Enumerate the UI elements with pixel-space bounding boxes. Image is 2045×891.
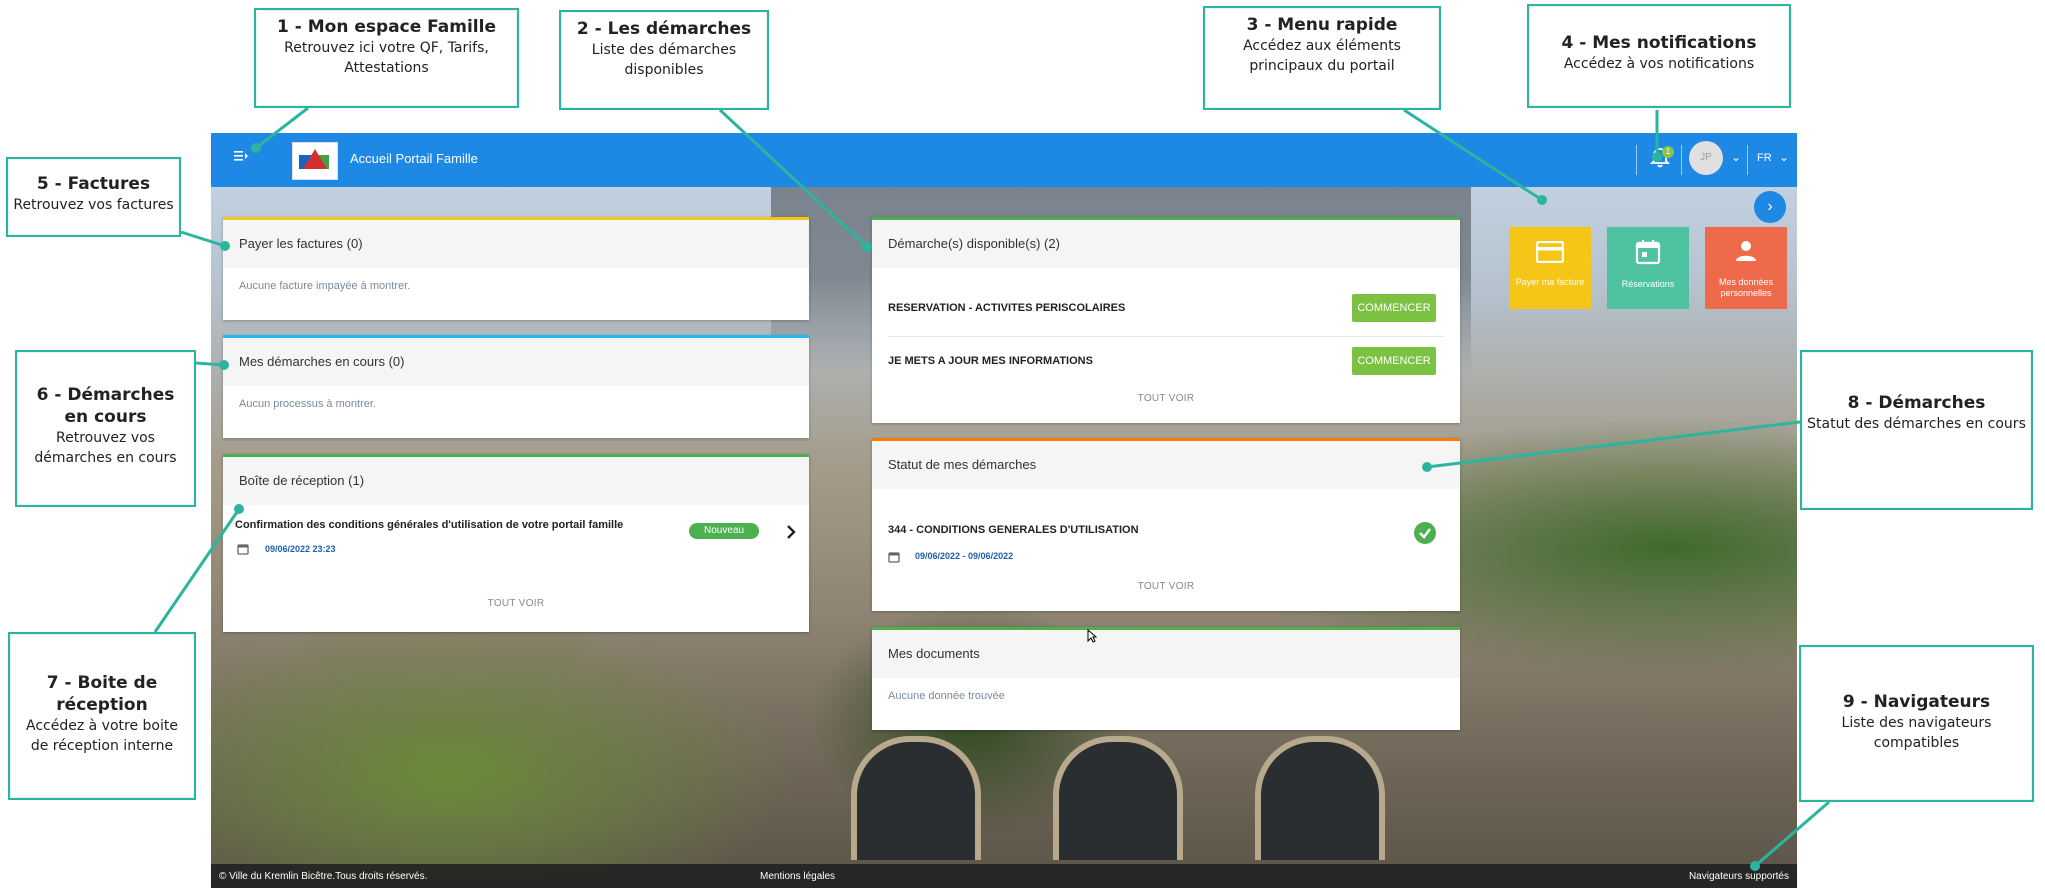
callout-title: 4 - Mes notifications [1561,33,1757,53]
callout-title: 7 - Boite de réception [46,673,158,715]
callout-description: Accédez à vos notifications [1563,56,1755,72]
callout-les-demarches: 2 - Les démarches Liste des démarches di… [559,10,769,110]
callout-title: 5 - Factures [36,174,151,194]
callout-boite-reception: 7 - Boite de réception Accédez à votre b… [8,632,196,800]
callout-description: Retrouvez ici votre QF, Tarifs, Attestat… [284,40,489,76]
callout-description: Liste des navigateurs compatibles [1841,715,1992,751]
callout-mon-espace-famille: 1 - Mon espace Famille Retrouvez ici vot… [254,8,519,108]
callout-mes-notifications: 4 - Mes notifications Accédez à vos noti… [1527,4,1791,108]
callout-navigateurs: 9 - Navigateurs Liste des navigateurs co… [1799,645,2034,802]
annotation-connectors [153,106,1830,871]
callout-title: 6 - Démarches en cours [36,385,175,427]
callout-description: Retrouvez vos factures [13,197,174,213]
callout-title: 8 - Démarches [1847,393,1986,413]
callout-title: 9 - Navigateurs [1842,692,1991,712]
callout-description: Liste des démarches disponibles [591,42,737,78]
callout-title: 2 - Les démarches [576,19,752,39]
callout-demarches-en-cours: 6 - Démarches en cours Retrouvez vos dém… [15,350,196,507]
callout-description: Statut des démarches en cours [1807,416,2026,432]
callout-description: Accédez à votre boite de réception inter… [26,718,178,754]
callout-factures: 5 - Factures Retrouvez vos factures [6,157,181,237]
callout-title: 1 - Mon espace Famille [277,17,496,37]
callout-description: Accédez aux éléments principaux du porta… [1243,38,1401,74]
callout-description: Retrouvez vos démarches en cours [34,430,177,466]
callout-menu-rapide: 3 - Menu rapide Accédez aux éléments pri… [1203,6,1441,110]
callout-title: 3 - Menu rapide [1246,15,1398,35]
callout-demarches-statut: 8 - Démarches Statut des démarches en co… [1800,350,2033,510]
